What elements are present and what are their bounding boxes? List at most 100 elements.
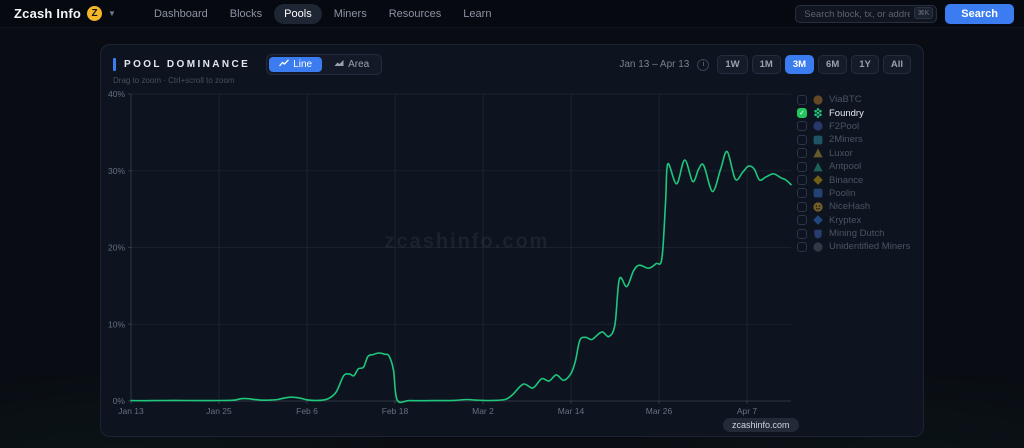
pool-legend: ViaBTC ✓ Foundry F2Pool 2Miners Luxor Antpool B… bbox=[797, 93, 915, 254]
svg-text:10%: 10% bbox=[108, 319, 125, 329]
header-right-controls: Jan 13 – Apr 13 i 1W 1M 3M 6M 1Y All bbox=[619, 55, 911, 74]
legend-label: Unidentified Miners bbox=[829, 241, 911, 253]
pool-dominance-chart[interactable]: 0% 10% 20% 30% 40% Jan 13 Jan 25 Feb 6 Feb 18 Mar… bbox=[101, 85, 911, 435]
checkbox-checked[interactable]: ✓ bbox=[797, 108, 807, 119]
nav-item-pools[interactable]: Pools bbox=[274, 3, 322, 24]
checkbox-unchecked[interactable] bbox=[797, 188, 807, 199]
zcash-coin-icon: Z bbox=[87, 6, 103, 21]
top-navigation-bar: Zcash Info Z ▼ Dashboard Blocks Pools Miner… bbox=[0, 0, 1024, 28]
legend-label: ViaBTC bbox=[829, 94, 862, 106]
legend-item-poolin[interactable]: Poolin bbox=[797, 187, 915, 200]
svg-text:Mar 2: Mar 2 bbox=[472, 406, 494, 416]
toggle-line-button[interactable]: Line bbox=[269, 57, 323, 72]
nav-item-learn[interactable]: Learn bbox=[453, 4, 501, 24]
legend-label: Kryptex bbox=[829, 214, 862, 226]
info-icon[interactable]: i bbox=[697, 58, 710, 71]
foundry-icon bbox=[813, 108, 823, 118]
legend-item-luxor[interactable]: Luxor bbox=[797, 147, 915, 160]
range-button-1w[interactable]: 1W bbox=[717, 55, 748, 74]
legend-item-unidentified-miners[interactable]: Unidentified Miners bbox=[797, 240, 915, 253]
nav-item-miners[interactable]: Miners bbox=[324, 4, 377, 24]
checkbox-unchecked[interactable] bbox=[797, 241, 807, 252]
checkbox-unchecked[interactable] bbox=[797, 215, 807, 226]
search-button[interactable]: Search bbox=[945, 3, 1014, 24]
2miners-icon bbox=[813, 135, 823, 145]
legend-item-kryptex[interactable]: Kryptex bbox=[797, 214, 915, 227]
checkbox-unchecked[interactable] bbox=[797, 175, 807, 186]
zoom-hint-text: Drag to zoom · Ctrl+scroll to zoom bbox=[113, 76, 235, 85]
svg-text:Feb 18: Feb 18 bbox=[382, 406, 409, 416]
legend-item-f2pool[interactable]: F2Pool bbox=[797, 120, 915, 133]
checkbox-unchecked[interactable] bbox=[797, 201, 807, 212]
svg-text:40%: 40% bbox=[108, 89, 125, 99]
checkbox-unchecked[interactable] bbox=[797, 94, 807, 105]
checkbox-unchecked[interactable] bbox=[797, 148, 807, 159]
legend-item-antpool[interactable]: Antpool bbox=[797, 160, 915, 173]
checkbox-unchecked[interactable] bbox=[797, 161, 807, 172]
antpool-icon bbox=[813, 162, 823, 172]
card-header: POOL DOMINANCE Line Area Jan 13 – Apr 13 … bbox=[101, 45, 923, 75]
binance-icon bbox=[813, 175, 823, 185]
svg-text:0%: 0% bbox=[113, 396, 126, 406]
legend-label: Poolin bbox=[829, 187, 856, 199]
f2pool-icon bbox=[813, 121, 823, 132]
nav-item-dashboard[interactable]: Dashboard bbox=[144, 4, 218, 24]
main-nav: Dashboard Blocks Pools Miners Resources Learn bbox=[144, 3, 502, 24]
svg-text:Jan 13: Jan 13 bbox=[118, 406, 144, 416]
legend-item-viabtc[interactable]: ViaBTC bbox=[797, 93, 915, 106]
legend-label: NiceHash bbox=[829, 201, 871, 213]
search-wrap: ⌘K bbox=[795, 4, 938, 24]
toggle-area-button[interactable]: Area bbox=[324, 57, 379, 72]
time-range-buttons: 1W 1M 3M 6M 1Y All bbox=[717, 55, 911, 74]
legend-label: Luxor bbox=[829, 147, 853, 159]
viabtc-icon bbox=[813, 95, 823, 105]
site-watermark-badge: zcashinfo.com bbox=[723, 418, 799, 432]
range-button-1m[interactable]: 1M bbox=[751, 55, 781, 74]
kryptex-icon bbox=[813, 215, 823, 226]
legend-label: Antpool bbox=[829, 161, 862, 173]
range-button-6m[interactable]: 6M bbox=[818, 55, 848, 74]
legend-label: F2Pool bbox=[829, 120, 860, 132]
legend-item-binance[interactable]: Binance bbox=[797, 173, 915, 186]
mining-dutch-icon bbox=[813, 229, 823, 239]
keyboard-shortcut-badge: ⌘K bbox=[913, 6, 934, 19]
poolin-icon bbox=[813, 188, 823, 198]
svg-text:Mar 26: Mar 26 bbox=[646, 406, 673, 416]
card-title: POOL DOMINANCE bbox=[124, 59, 251, 70]
brand[interactable]: Zcash Info Z ▼ bbox=[14, 6, 116, 21]
checkbox-unchecked[interactable] bbox=[797, 134, 807, 145]
nicehash-icon bbox=[813, 202, 823, 212]
legend-label: Mining Dutch bbox=[829, 228, 885, 240]
legend-item-mining-dutch[interactable]: Mining Dutch bbox=[797, 227, 915, 240]
chart-type-toggle: Line Area bbox=[266, 54, 383, 75]
svg-text:Feb 6: Feb 6 bbox=[296, 406, 318, 416]
luxor-icon bbox=[813, 148, 823, 158]
date-range-label: Jan 13 – Apr 13 bbox=[619, 59, 690, 70]
nav-item-resources[interactable]: Resources bbox=[379, 4, 452, 24]
svg-text:Apr 7: Apr 7 bbox=[737, 406, 758, 416]
legend-label: Binance bbox=[829, 174, 864, 186]
svg-text:Mar 14: Mar 14 bbox=[558, 406, 585, 416]
accent-bar bbox=[113, 58, 116, 71]
pool-dominance-card: POOL DOMINANCE Line Area Jan 13 – Apr 13 … bbox=[100, 44, 924, 437]
checkbox-unchecked[interactable] bbox=[797, 228, 807, 239]
checkbox-unchecked[interactable] bbox=[797, 121, 807, 132]
svg-text:20%: 20% bbox=[108, 243, 125, 253]
unidentified-miners-icon bbox=[813, 242, 823, 252]
range-button-all[interactable]: All bbox=[882, 55, 911, 74]
legend-label: Foundry bbox=[829, 107, 864, 119]
svg-text:Jan 25: Jan 25 bbox=[206, 406, 232, 416]
svg-text:zcashinfo.com: zcashinfo.com bbox=[385, 231, 550, 253]
legend-item-2miners[interactable]: 2Miners bbox=[797, 133, 915, 146]
svg-text:30%: 30% bbox=[108, 166, 125, 176]
topbar-right: ⌘K Search bbox=[795, 3, 1014, 24]
legend-item-nicehash[interactable]: NiceHash bbox=[797, 200, 915, 213]
line-icon bbox=[279, 59, 290, 70]
legend-item-foundry[interactable]: ✓ Foundry bbox=[797, 106, 915, 119]
range-button-1y[interactable]: 1Y bbox=[851, 55, 879, 74]
area-icon bbox=[334, 59, 344, 70]
range-button-3m[interactable]: 3M bbox=[784, 55, 815, 74]
chevron-down-icon: ▼ bbox=[108, 9, 116, 18]
nav-item-blocks[interactable]: Blocks bbox=[220, 4, 272, 24]
brand-name: Zcash Info bbox=[14, 6, 82, 21]
